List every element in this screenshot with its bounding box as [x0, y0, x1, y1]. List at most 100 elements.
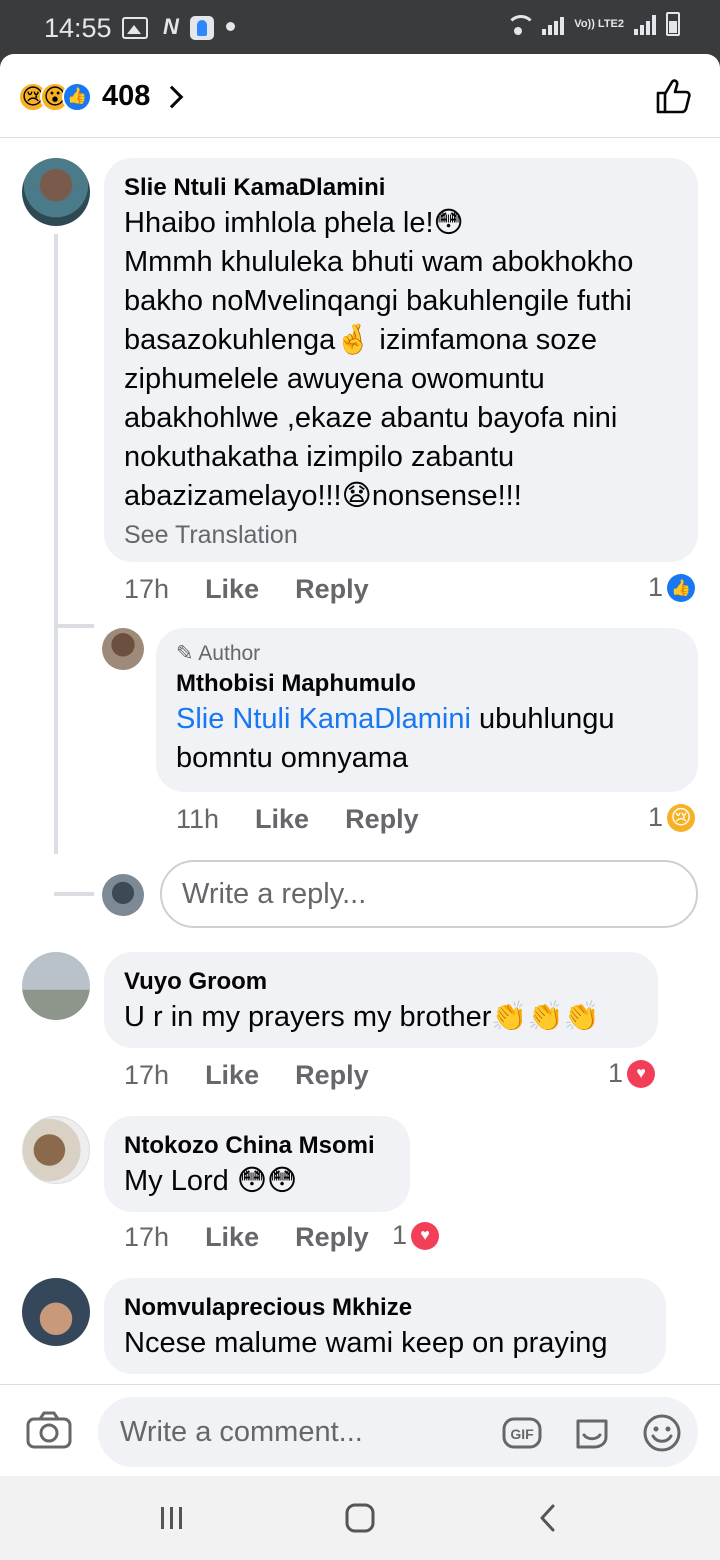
thread-branch	[54, 892, 94, 896]
reply-input-placeholder: Write a reply...	[182, 878, 367, 910]
comment-reaction-count: 1	[648, 572, 664, 602]
comment-author[interactable]: Vuyo Groom	[124, 966, 638, 998]
comment-actions: 17h Like Reply	[124, 1222, 369, 1253]
love-reaction-icon: ♥	[627, 1059, 656, 1088]
reply-text-line: bomntu omnyama	[176, 742, 409, 774]
reply-link[interactable]: Reply	[295, 1060, 369, 1091]
comment-reactions[interactable]: 1 👍	[648, 572, 696, 603]
reply-text-line: Slie Ntuli KamaDlamini ubuhlungu	[176, 700, 678, 739]
comment-input-placeholder: Write a comment...	[120, 1416, 363, 1448]
comment-text-line: Mmmh khululeka bhuti wam abokhokho	[124, 246, 634, 278]
comment-text-line: ziphumelele awuyena owomuntu	[124, 363, 545, 395]
comment-text: U r in my prayers my brother👏👏👏	[124, 1001, 600, 1033]
comment-text-line: abazizamelayo!!!😧nonsense!!!	[124, 480, 522, 512]
like-link[interactable]: Like	[205, 1060, 259, 1091]
thread-branch	[54, 624, 94, 628]
camera-icon[interactable]	[26, 1411, 72, 1449]
comment-reactions[interactable]: 1 ♥	[608, 1058, 656, 1089]
thread-line	[54, 234, 58, 854]
home-icon	[345, 1503, 375, 1533]
avatar[interactable]	[22, 952, 90, 1020]
like-button-icon[interactable]	[654, 76, 694, 116]
back-button[interactable]	[518, 1498, 578, 1538]
system-status-icons: Vo)) LTE2	[504, 12, 680, 36]
recent-apps-button[interactable]	[142, 1498, 202, 1538]
comment-text-line: bakho noMvelinqangi bakuhlengile futhi	[124, 285, 632, 317]
pencil-icon: ✎	[176, 642, 194, 665]
comment-composer: Write a comment... GIF	[0, 1384, 720, 1478]
recent-apps-icon	[161, 1507, 182, 1529]
n-notification-icon: N	[163, 14, 179, 39]
comments-sheet: 😢 😮 👍 408 Slie Ntuli KamaDlamini Hhaibo …	[0, 54, 720, 1476]
comment-author[interactable]: Nomvulaprecious Mkhize	[124, 1292, 646, 1324]
comment-author[interactable]: Ntokozo China Msomi	[124, 1130, 390, 1162]
wifi-icon	[504, 13, 537, 35]
author-badge-label: Author	[198, 642, 261, 665]
sad-reaction-icon: 😢	[667, 803, 696, 832]
avatar[interactable]	[102, 628, 144, 670]
comment-text: My Lord 😳😳	[124, 1165, 298, 1197]
see-translation-link[interactable]: See Translation	[124, 518, 678, 552]
comment-bubble[interactable]: Ntokozo China Msomi My Lord 😳😳	[104, 1116, 410, 1212]
status-time: 14:55	[44, 13, 112, 43]
more-notifications-dot-icon	[226, 22, 235, 31]
app-notification-icon	[190, 16, 214, 40]
comment-text-line: basazokuhlenga🤞 izimfamona soze	[124, 324, 597, 356]
mention-link[interactable]: Slie Ntuli KamaDlamini	[176, 703, 471, 735]
emoji-icon[interactable]	[642, 1413, 682, 1453]
comment-text-line: nokuthakatha izimpilo zabantu	[124, 441, 515, 473]
gif-label: GIF	[510, 1426, 534, 1442]
reply-reactions[interactable]: 1 😢	[648, 802, 696, 833]
reactions-header: 😢 😮 👍 408	[0, 54, 720, 138]
love-reaction-icon: ♥	[411, 1221, 440, 1250]
comment-bubble[interactable]: Nomvulaprecious Mkhize Ncese malume wami…	[104, 1278, 666, 1374]
reply-author[interactable]: Mthobisi Maphumulo	[176, 668, 678, 700]
comment-time: 17h	[124, 1222, 170, 1252]
reply-actions: 11h Like Reply	[176, 804, 419, 835]
comment-reaction-count: 1	[392, 1220, 408, 1250]
author-badge: ✎ Author	[176, 640, 678, 668]
reply-input[interactable]: Write a reply...	[160, 860, 698, 928]
comment-reactions[interactable]: 1 ♥	[392, 1220, 440, 1251]
comment-text-line: abakhohlwe ,ekaze abantu bayofa nini	[124, 402, 618, 434]
like-link[interactable]: Like	[205, 1222, 259, 1253]
like-reaction-icon: 👍	[667, 573, 696, 602]
comment-text-line: Hhaibo imhlola phela le!😳	[124, 207, 464, 239]
reply-link[interactable]: Reply	[345, 804, 419, 835]
like-reaction-icon: 👍	[62, 81, 92, 112]
reply-reaction-count: 1	[648, 802, 664, 832]
system-navigation-bar	[0, 1476, 720, 1560]
comment-actions: 17h Like Reply	[124, 574, 369, 605]
reactions-summary[interactable]: 😢 😮 👍 408	[18, 80, 184, 113]
gif-icon[interactable]: GIF	[502, 1413, 542, 1453]
reply-time: 11h	[176, 804, 220, 834]
comment-actions: 17h Like Reply	[124, 1060, 369, 1091]
comment-bubble[interactable]: Slie Ntuli KamaDlamini Hhaibo imhlola ph…	[104, 158, 698, 562]
comment-reaction-count: 1	[608, 1058, 624, 1088]
reply-bubble[interactable]: ✎ Author Mthobisi Maphumulo Slie Ntuli K…	[156, 628, 698, 792]
network-label: Vo)) LTE2	[574, 17, 624, 30]
comment-time: 17h	[124, 1060, 170, 1090]
reply-text: ubuhlungu	[479, 703, 615, 735]
reply-link[interactable]: Reply	[295, 574, 369, 605]
avatar[interactable]	[22, 1278, 90, 1346]
comment-bubble[interactable]: Vuyo Groom U r in my prayers my brother👏…	[104, 952, 658, 1048]
avatar[interactable]	[22, 1116, 90, 1184]
comment-author[interactable]: Slie Ntuli KamaDlamini	[124, 172, 678, 204]
battery-icon	[666, 12, 680, 36]
home-button[interactable]	[330, 1498, 390, 1538]
comment-input[interactable]: Write a comment... GIF	[98, 1397, 698, 1467]
comment-time: 17h	[124, 574, 170, 604]
back-icon	[540, 1504, 555, 1532]
reply-link[interactable]: Reply	[295, 1222, 369, 1253]
my-avatar	[102, 874, 144, 916]
like-link[interactable]: Like	[205, 574, 259, 605]
gallery-notification-icon	[122, 17, 148, 39]
like-link[interactable]: Like	[255, 804, 309, 835]
reaction-count: 408	[102, 80, 151, 112]
status-bar: 14:55 N Vo)) LTE2	[0, 0, 720, 56]
sticker-icon[interactable]	[572, 1413, 612, 1453]
chevron-right-icon	[161, 85, 184, 108]
avatar[interactable]	[22, 158, 90, 226]
call-signal-icon	[542, 13, 565, 35]
